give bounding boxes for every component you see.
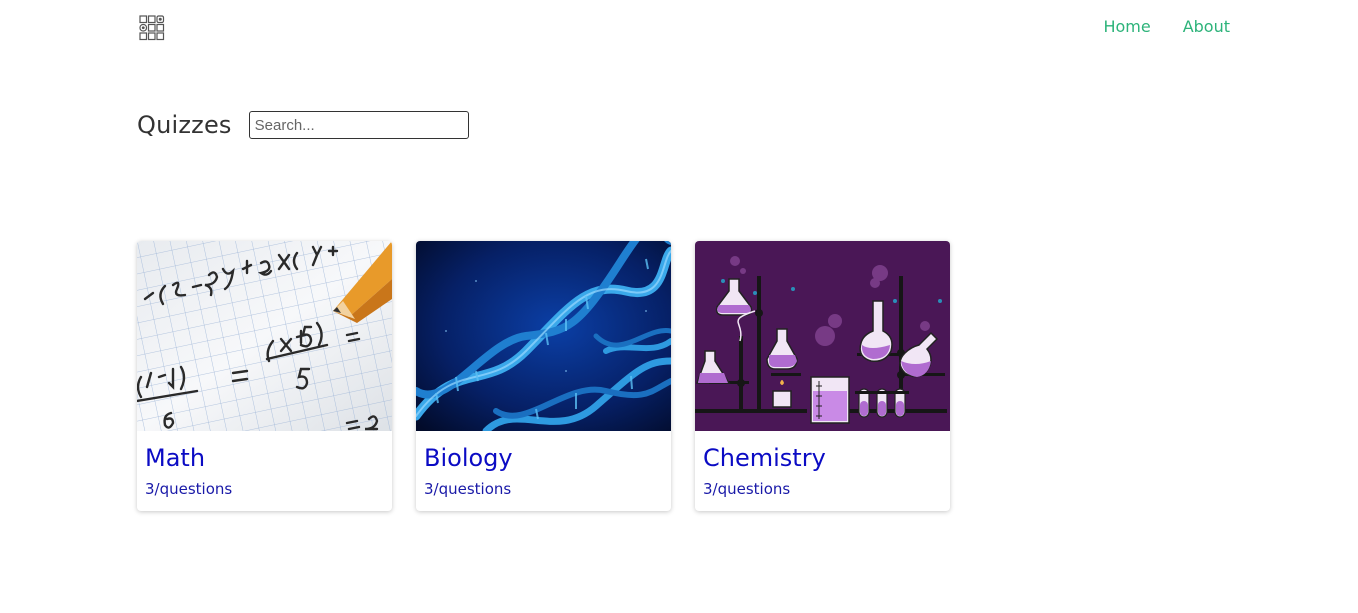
quiz-card-math[interactable]: Math 3/questions <box>137 241 392 511</box>
dna-helix-image <box>416 241 671 431</box>
grid-logo-icon[interactable] <box>139 15 165 41</box>
card-question-count: 3/questions <box>703 480 791 498</box>
card-title[interactable]: Chemistry <box>703 443 942 473</box>
chemistry-lab-image <box>695 241 950 431</box>
nav-link-about[interactable]: About <box>1183 17 1230 36</box>
quiz-card-chemistry[interactable]: Chemistry 3/questions <box>695 241 950 511</box>
card-title[interactable]: Biology <box>424 443 663 473</box>
math-equations-image <box>137 241 392 431</box>
card-body: Biology 3/questions <box>416 431 671 499</box>
search-input[interactable] <box>248 111 469 139</box>
card-question-count: 3/questions <box>145 480 233 498</box>
quizzes-header: Quizzes <box>137 111 469 139</box>
nav-links: Home About <box>1103 17 1230 36</box>
card-question-count: 3/questions <box>424 480 512 498</box>
nav-link-home[interactable]: Home <box>1103 17 1150 36</box>
card-body: Chemistry 3/questions <box>695 431 950 499</box>
page-title: Quizzes <box>137 111 232 139</box>
top-navbar: Home About <box>0 0 1358 56</box>
card-title[interactable]: Math <box>145 443 384 473</box>
quiz-card-list: Math 3/questions Biology 3/questions Che… <box>137 241 950 511</box>
quiz-card-biology[interactable]: Biology 3/questions <box>416 241 671 511</box>
card-body: Math 3/questions <box>137 431 392 499</box>
